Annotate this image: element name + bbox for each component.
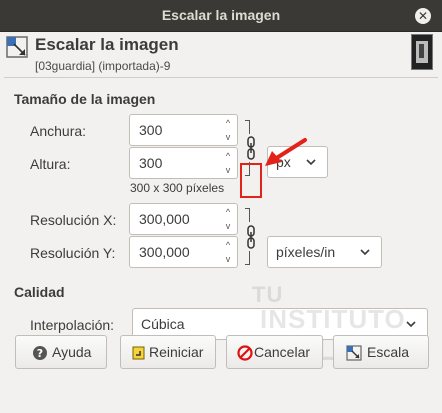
window-titlebar: Escalar la imagen ✕ — [0, 0, 442, 32]
spin-up-icon[interactable]: ^ — [223, 118, 233, 128]
reset-button[interactable]: Reiniciar — [120, 335, 216, 369]
pixel-size-note: 300 x 300 píxeles — [130, 181, 225, 195]
section-quality: Calidad — [14, 284, 65, 300]
scale-label: Escala — [367, 344, 410, 360]
resolution-y-spinbox[interactable]: 300,000 ^ v — [129, 236, 238, 268]
width-spinbox[interactable]: 300 ^ v — [129, 114, 238, 146]
chain-link-icon[interactable] — [243, 224, 259, 250]
spin-up-icon[interactable]: ^ — [223, 151, 233, 161]
resolution-y-value: 300,000 — [139, 244, 190, 260]
dialog-title: Escalar la imagen — [35, 35, 179, 54]
chain-bracket — [245, 208, 250, 222]
spin-down-icon[interactable]: v — [223, 132, 233, 142]
svg-text:?: ? — [37, 347, 43, 360]
resolution-unit-select[interactable]: píxeles/in — [267, 236, 382, 268]
window-title: Escalar la imagen — [161, 7, 281, 23]
cancel-label: Cancelar — [254, 344, 311, 360]
help-button[interactable]: ? Ayuda — [15, 335, 107, 369]
spin-up-icon[interactable]: ^ — [223, 240, 233, 250]
interpolation-value: Cúbica — [141, 316, 185, 332]
cancel-icon — [237, 345, 253, 361]
chain-bracket — [245, 120, 250, 134]
chevron-down-icon — [406, 321, 416, 328]
scale-icon — [346, 345, 362, 361]
height-value: 300 — [139, 155, 163, 171]
annotation-highlight-box — [240, 163, 262, 198]
width-label: Anchura: — [30, 123, 87, 139]
cancel-button[interactable]: Cancelar — [226, 335, 323, 369]
annotation-arrow-icon — [265, 138, 307, 166]
scale-icon — [6, 36, 28, 58]
height-label: Altura: — [30, 156, 71, 172]
resolution-unit-value: píxeles/in — [276, 244, 336, 260]
chain-bracket — [245, 251, 250, 265]
spin-down-icon[interactable]: v — [223, 165, 233, 175]
help-icon: ? — [33, 346, 47, 360]
section-image-size: Tamaño de la imagen — [14, 91, 156, 107]
chevron-down-icon — [360, 249, 370, 256]
close-icon[interactable]: ✕ — [415, 8, 431, 24]
spin-up-icon[interactable]: ^ — [223, 207, 233, 217]
chain-link-icon[interactable] — [243, 135, 259, 161]
spin-down-icon[interactable]: v — [223, 254, 233, 264]
reset-label: Reiniciar — [149, 344, 204, 360]
resolution-x-label: Resolución X: — [30, 212, 117, 228]
image-thumbnail — [411, 34, 433, 70]
resolution-x-spinbox[interactable]: 300,000 ^ v — [129, 203, 238, 235]
scale-button[interactable]: Escala — [333, 335, 429, 369]
height-spinbox[interactable]: 300 ^ v — [129, 147, 238, 179]
reset-icon — [132, 346, 145, 360]
interpolation-label: Interpolación: — [30, 317, 115, 333]
spin-down-icon[interactable]: v — [223, 221, 233, 231]
separator — [4, 77, 438, 78]
resolution-x-value: 300,000 — [139, 211, 190, 227]
watermark-line: TU — [252, 282, 284, 307]
width-value: 300 — [139, 122, 163, 138]
help-label: Ayuda — [52, 344, 92, 360]
resolution-y-label: Resolución Y: — [30, 245, 116, 261]
image-name: [03guardia] (importada)-9 — [35, 59, 171, 73]
